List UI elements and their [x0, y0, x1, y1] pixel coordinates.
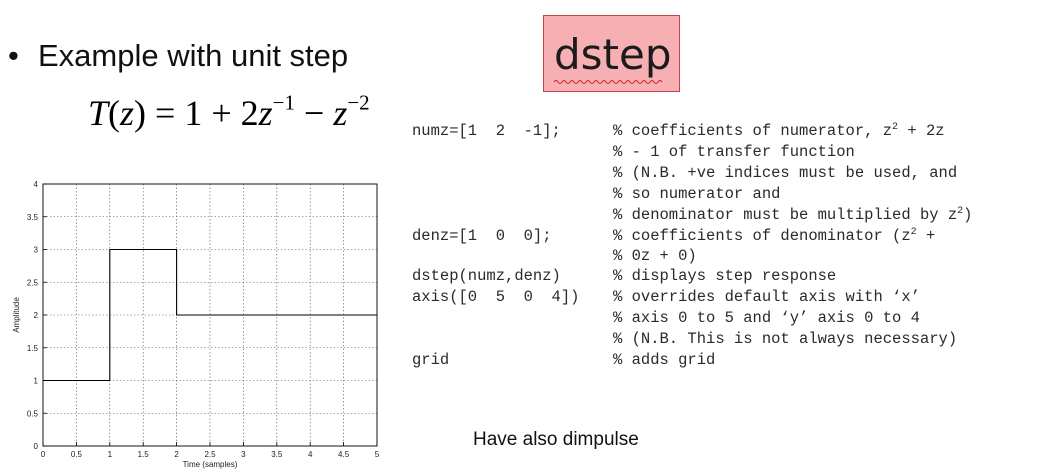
x-tick-label: 0 — [41, 450, 46, 459]
code-comment-line: % overrides default axis with ‘x’ — [613, 288, 920, 306]
y-tick-label: 0.5 — [27, 409, 39, 418]
code-comment-line: % denominator must be multiplied by z2) — [613, 206, 973, 224]
dstep-badge: dstep — [543, 15, 680, 92]
formula-var-3: z — [333, 93, 348, 133]
formula-eq: = 1 + 2 — [146, 93, 259, 133]
step-response-chart: 0 0.5 1 1.5 2 2.5 3 3.5 4 4.5 5 0 0.5 1 1.5 2 2.5 3 3.5 4 Ti… — [12, 180, 380, 469]
transfer-function-formula: T(z) = 1 + 2z−1 − z−2 — [88, 90, 370, 133]
x-tick-label: 3 — [241, 450, 246, 459]
x-tick-label: 0.5 — [71, 450, 83, 459]
formula-minus: − — [295, 93, 334, 133]
x-tick-label: 4.5 — [338, 450, 350, 459]
formula-exp-2: −2 — [347, 90, 370, 115]
code-comment-line: % adds grid — [613, 351, 716, 369]
x-tick-label: 3.5 — [271, 450, 283, 459]
footer-note: Have also dimpulse — [473, 429, 639, 450]
y-tick-label: 2 — [34, 311, 39, 320]
x-axis-label: Time (samples) — [183, 460, 238, 469]
x-tick-label: 1 — [108, 450, 113, 459]
code-comment-line: % (N.B. +ve indices must be used, and — [613, 164, 958, 182]
code-command-grid: grid — [412, 351, 450, 369]
y-tick-label: 1 — [34, 377, 39, 386]
y-tick-label: 3 — [34, 246, 39, 255]
code-command-dstep: dstep(numz,denz) — [412, 267, 561, 285]
y-tick-label: 2.5 — [27, 278, 39, 287]
dstep-badge-label: dstep — [554, 30, 672, 79]
code-comment-line: % so numerator and — [613, 185, 781, 203]
bullet-dot: • — [8, 38, 19, 73]
x-tick-label: 2.5 — [204, 450, 216, 459]
code-comment-line: % coefficients of numerator, z2 + 2z — [613, 122, 945, 140]
code-comment-line: % axis 0 to 5 and ‘y’ axis 0 to 4 — [613, 309, 920, 327]
code-comment-line: % (N.B. This is not always necessary) — [613, 330, 958, 348]
y-axis-label: Amplitude — [12, 297, 21, 333]
code-command-numz: numz=[1 2 -1]; — [412, 122, 561, 140]
formula-exp-1: −1 — [272, 90, 296, 115]
y-tick-label: 4 — [34, 180, 39, 189]
code-comment-line: % - 1 of transfer function — [613, 143, 855, 161]
bullet-heading: • Example with unit step — [8, 38, 348, 74]
x-tick-label: 4 — [308, 450, 313, 459]
code-comment-line: % coefficients of denominator (z2 + — [613, 227, 936, 245]
y-tick-label: 3.5 — [27, 213, 39, 222]
code-command-axis: axis([0 5 0 4]) — [412, 288, 580, 306]
formula-var-1: z — [120, 93, 135, 133]
bullet-text: Example with unit step — [38, 38, 349, 73]
x-tick-label: 2 — [174, 450, 179, 459]
spellcheck-squiggle — [554, 80, 663, 84]
code-comment-line: % 0z + 0) — [613, 247, 697, 265]
y-tick-label: 0 — [34, 442, 39, 451]
x-tick-label: 1.5 — [138, 450, 150, 459]
formula-lhs: T — [88, 93, 109, 133]
x-tick-label: 5 — [375, 450, 380, 459]
y-tick-label: 1.5 — [27, 344, 39, 353]
code-comment-line: % displays step response — [613, 267, 837, 285]
formula-var-2: z — [258, 93, 273, 133]
code-command-denz: denz=[1 0 0]; — [412, 227, 552, 245]
